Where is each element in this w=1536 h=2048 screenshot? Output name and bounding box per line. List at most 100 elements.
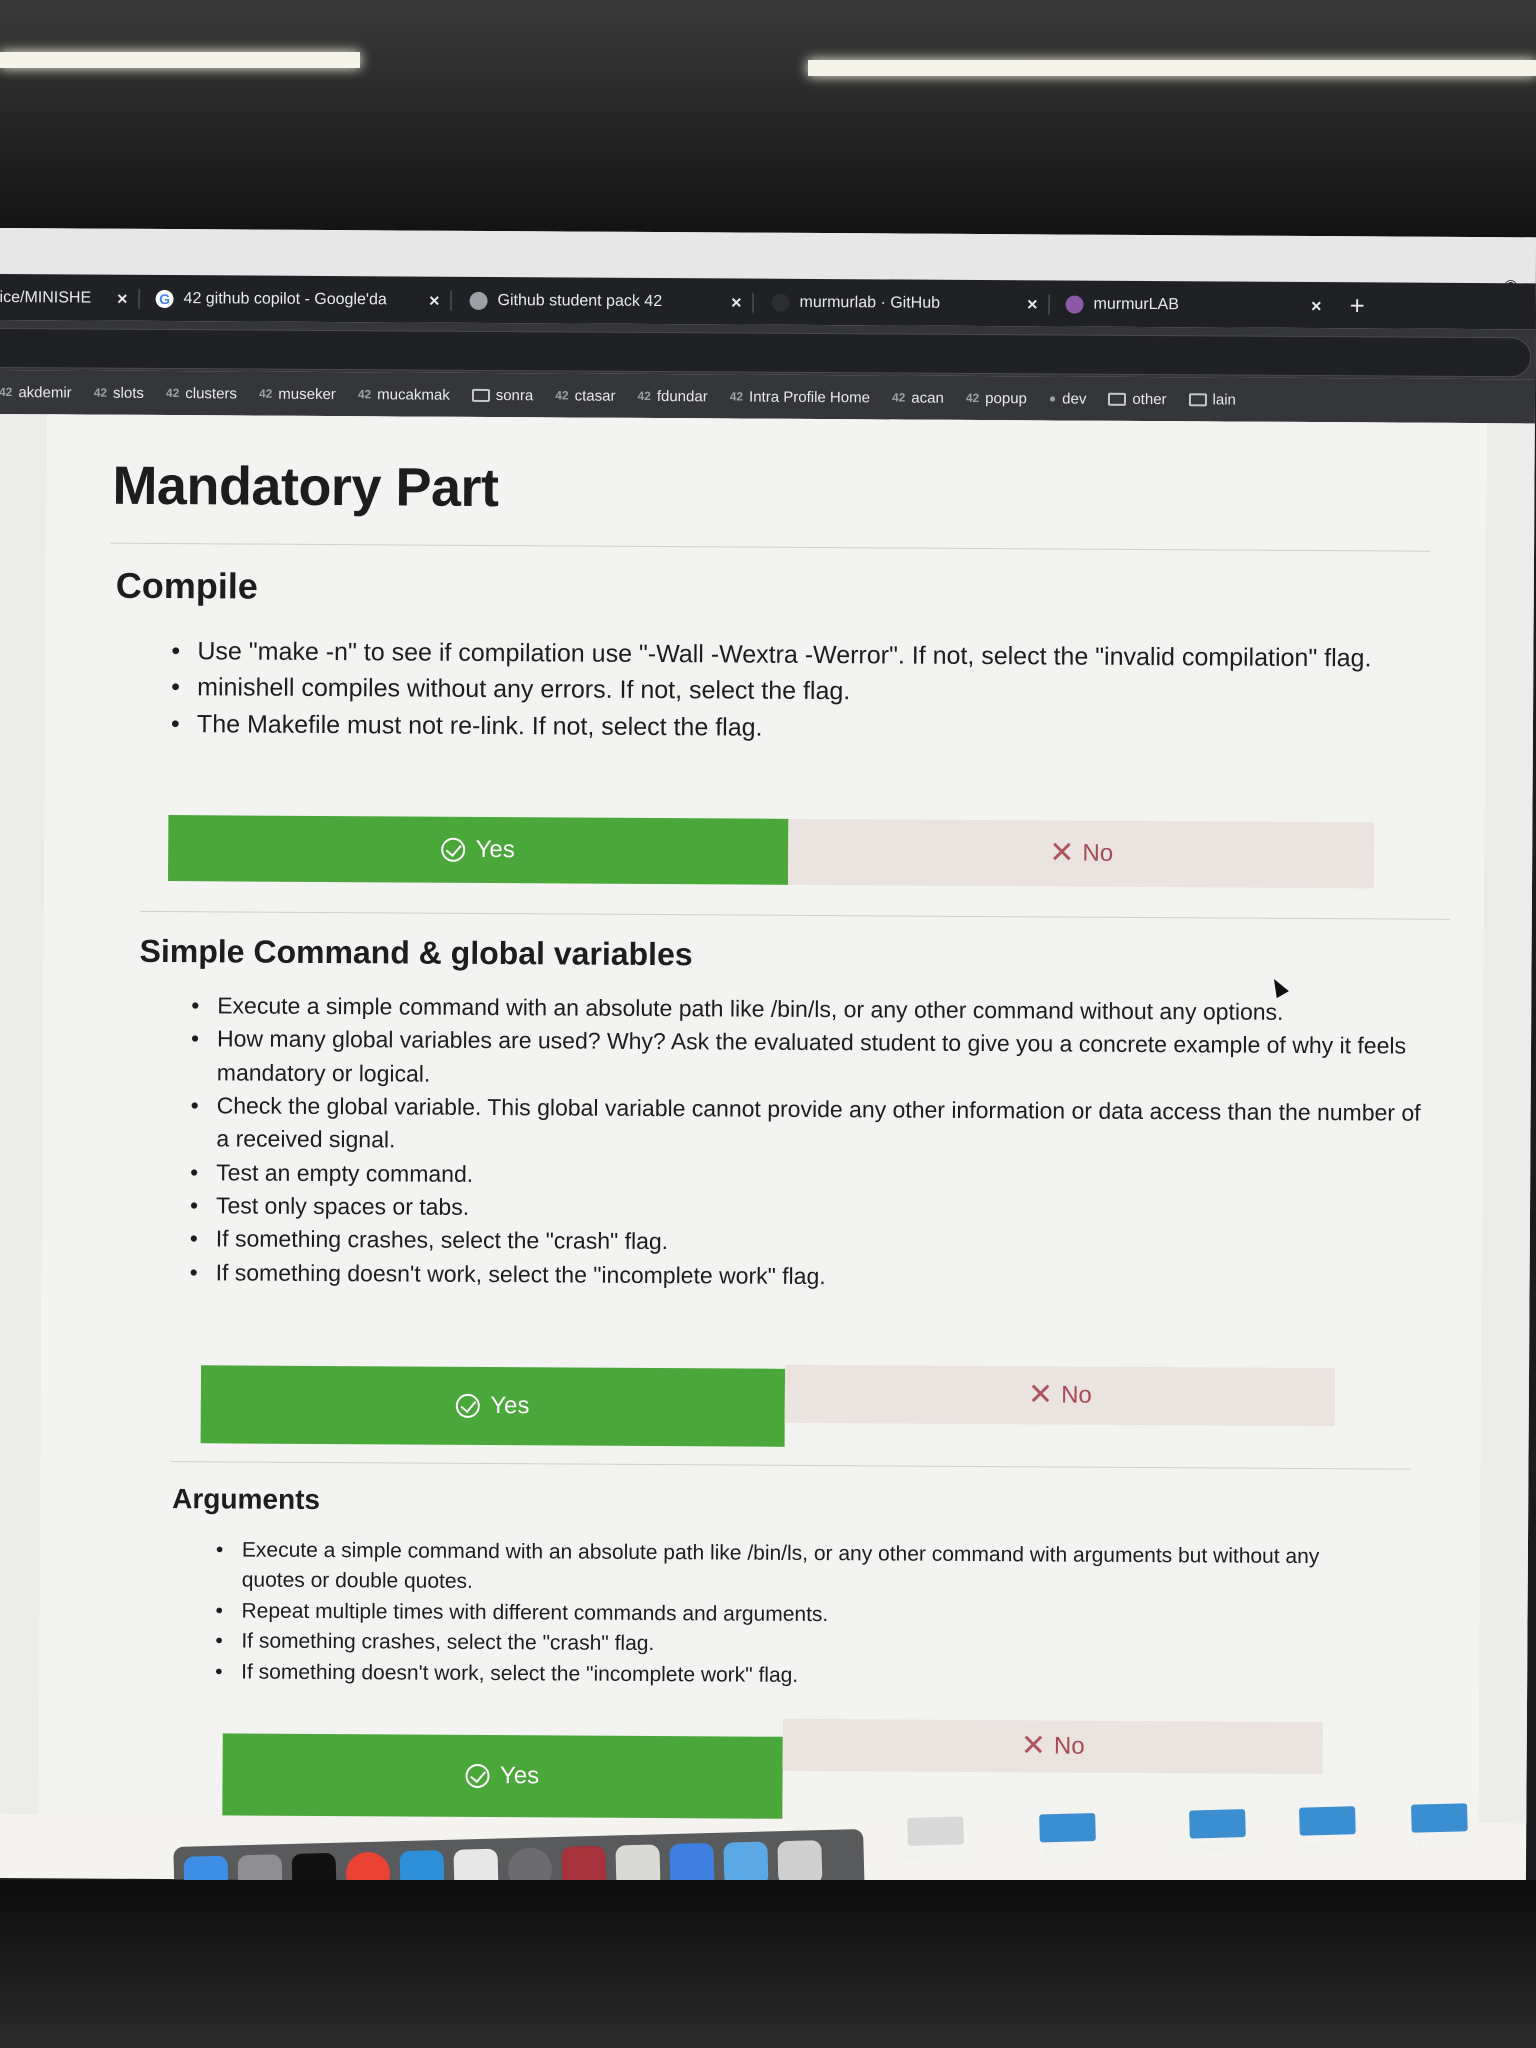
bookmark-lain[interactable]: lain — [1188, 390, 1236, 409]
section-heading-compile: Compile — [115, 564, 258, 607]
bookmark-label: clusters — [185, 384, 238, 402]
bookmark-dev[interactable]: ● dev — [1049, 390, 1087, 407]
google-icon: G — [155, 289, 174, 309]
ceiling-light — [808, 60, 1536, 76]
close-tab-icon[interactable]: × — [1027, 294, 1038, 315]
no-label: No — [1053, 1732, 1085, 1760]
bookmark-fdundar[interactable]: 42 fdundar — [637, 387, 708, 405]
42-icon: 42 — [258, 386, 273, 401]
bookmark-slots[interactable]: 42 slots — [94, 384, 144, 401]
tab-title: 42 github copilot - Google'da — [183, 290, 387, 309]
bookmark-sonra[interactable]: sonra — [471, 386, 534, 404]
compile-checklist: Use "make -n" to see if compilation use … — [171, 633, 1472, 750]
check-circle-icon — [441, 837, 466, 862]
avatar-icon — [1065, 295, 1084, 314]
bookmark-label: akdemir — [18, 383, 72, 401]
yes-button[interactable]: Yes — [222, 1733, 783, 1819]
bookmark-label: fdundar — [656, 387, 708, 405]
42-icon: 42 — [0, 384, 13, 400]
evaluation-sheet: Mandatory Part Compile Use "make -n" to … — [38, 414, 1487, 1824]
bookmark-museker[interactable]: 42 museker — [259, 385, 336, 402]
desktop-item-label: sonpush — [1302, 1838, 1354, 1854]
page-title: Mandatory Part — [112, 455, 499, 519]
desktop-folder-4temmuz[interactable]: 4temmuz — [1039, 1812, 1096, 1861]
divider — [139, 910, 1450, 920]
check-circle-icon — [465, 1763, 491, 1789]
folder-icon — [1188, 392, 1207, 406]
cross-icon: ✕ — [1020, 1729, 1047, 1763]
yes-label: Yes — [490, 1392, 530, 1420]
bookmark-clusters[interactable]: 42 clusters — [166, 385, 237, 402]
tab-minishell[interactable]: ice/MINISHE × — [0, 280, 140, 317]
no-button[interactable]: ✕ No — [782, 1718, 1323, 1775]
desktop-folder-minishell-1[interactable]: MINISHELL-1 — [1179, 1809, 1256, 1857]
close-tab-icon[interactable]: × — [429, 291, 440, 312]
folder-icon — [1039, 1812, 1096, 1843]
bookmark-popup[interactable]: 42 popup — [966, 389, 1027, 407]
no-button[interactable]: ✕ No — [788, 818, 1375, 889]
bookmark-label: lain — [1212, 390, 1236, 409]
desktop-item-label: 4temmuz.zip — [900, 1848, 973, 1865]
tab-title: Github student pack 42 — [497, 292, 663, 311]
tab-separator — [450, 290, 452, 311]
desktop-item-label: 4temmuz — [1041, 1845, 1095, 1861]
yes-button[interactable]: Yes — [200, 1365, 786, 1447]
ceiling-light — [0, 52, 360, 68]
no-label: No — [1082, 839, 1114, 867]
close-tab-icon[interactable]: × — [117, 289, 128, 310]
bookmark-label: dev — [1062, 389, 1087, 408]
bookmark-label: sonra — [495, 386, 534, 404]
tab-student-pack[interactable]: Github student pack 42 × — [469, 283, 754, 321]
cross-icon: ✕ — [1027, 1378, 1054, 1412]
list-item: If something doesn't work, select the "i… — [215, 1657, 1365, 1694]
list-item: Execute a simple command with an absolut… — [216, 1535, 1366, 1603]
bookmark-mucakmak[interactable]: 42 mucakmak — [357, 385, 450, 404]
bookmark-label: Intra Profile Home — [749, 388, 871, 406]
close-tab-icon[interactable]: × — [731, 292, 742, 313]
tab-murmurlab[interactable]: murmurLAB × — [1065, 287, 1322, 325]
bookmark-label: ctasar — [574, 387, 616, 405]
bookmark-label: slots — [113, 384, 144, 402]
desktop-folder-sonpush[interactable]: sonpush — [1299, 1806, 1356, 1854]
desktop-file-4temmuz-zip[interactable]: 4temmuz.zip — [899, 1816, 972, 1864]
bookmark-other[interactable]: other — [1108, 390, 1167, 408]
github-icon: ● — [1048, 391, 1057, 406]
close-tab-icon[interactable]: × — [1311, 296, 1322, 317]
42-icon: 42 — [555, 388, 569, 403]
bookmark-intra-profile-home[interactable]: 42 Intra Profile Home — [730, 388, 870, 406]
bookmark-acan[interactable]: 42 acan — [892, 389, 944, 406]
bookmark-label: mucakmak — [377, 385, 450, 404]
mouse-cursor — [1267, 975, 1289, 999]
new-tab-button[interactable]: + — [1349, 290, 1364, 321]
desktop-item-label: 123456789 — [1409, 1835, 1471, 1851]
bookmark-ctasar[interactable]: 42 ctasar — [555, 387, 615, 404]
tab-separator — [138, 288, 140, 309]
bookmark-label: other — [1132, 390, 1167, 408]
tab-separator — [752, 292, 754, 313]
globe-icon — [469, 291, 488, 310]
divider — [170, 1461, 1411, 1470]
trash-icon[interactable] — [777, 1840, 823, 1886]
tab-github[interactable]: murmurlab · GitHub × — [771, 285, 1050, 323]
no-button[interactable]: ✕ No — [784, 1364, 1336, 1427]
bookmark-akdemir[interactable]: 42 akdemir — [0, 383, 72, 401]
tab-google-search[interactable]: G 42 github copilot - Google'da × — [155, 281, 452, 319]
tab-title: ice/MINISHE — [0, 288, 92, 307]
42-icon: 42 — [357, 387, 372, 402]
desktop-folder-123456789[interactable]: 123456789 — [1409, 1803, 1470, 1851]
yes-button[interactable]: Yes — [168, 815, 789, 885]
monitor-screen: ◉ ice/MINISHE × G 42 github copilot - Go… — [0, 228, 1536, 1888]
tab-separator — [1048, 294, 1050, 315]
42-icon: 42 — [729, 389, 744, 404]
zip-icon — [907, 1816, 964, 1846]
list-item: The Makefile must not re-link. If not, s… — [171, 706, 1471, 750]
list-item: How many global variables are used? Why?… — [191, 1023, 1431, 1097]
yes-label: Yes — [475, 835, 515, 864]
desk-surface — [0, 1880, 1536, 2048]
bookmark-label: museker — [278, 385, 336, 403]
omnibox-input[interactable] — [0, 327, 1532, 378]
github-icon — [771, 293, 790, 312]
folder-icon — [1299, 1806, 1356, 1836]
desktop-item-label: MINISHELL-1 — [1179, 1840, 1256, 1857]
yes-label: Yes — [499, 1762, 540, 1790]
